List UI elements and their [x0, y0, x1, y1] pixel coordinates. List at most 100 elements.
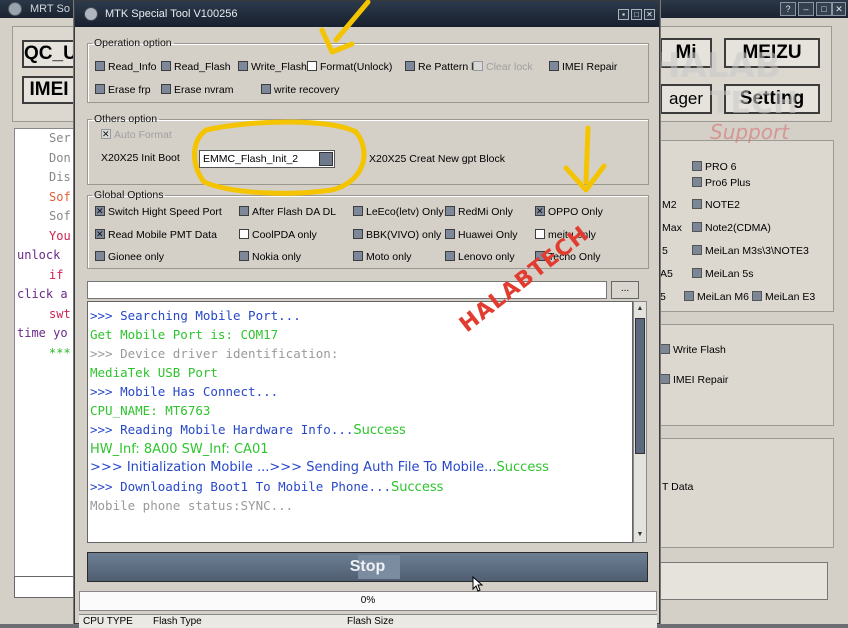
console-line: Ser [49, 131, 71, 145]
checkbox-icon [95, 84, 105, 94]
window-titlebar: MTK Special Tool V100256 [75, 1, 659, 27]
option-label: Auto Format [114, 129, 172, 141]
log-line: Mobile phone status:SYNC... [90, 496, 632, 515]
option-imei-repair[interactable]: IMEI Repair [549, 61, 617, 73]
option-leeco[interactable]: LeEco(letv) Only [353, 206, 444, 218]
option-label: OPPO Only [548, 206, 603, 218]
option-label: Format(Unlock) [320, 61, 393, 73]
maximize-button[interactable]: □ [816, 2, 832, 16]
option-label: Gionee only [108, 251, 165, 263]
option-re-pattern-lock[interactable]: Re Pattern lo [405, 61, 479, 73]
log-value: 8A00 [143, 442, 178, 457]
qc-button[interactable]: QC_U [22, 40, 77, 68]
model-label: NOTE2 [705, 199, 741, 211]
option-label: BBK(VIVO) only [366, 229, 442, 241]
column-cpu-type: CPU TYPE [83, 616, 133, 627]
option-erase-frp[interactable]: Erase frp [95, 84, 151, 96]
log-scrollbar[interactable]: ▲ ▼ [633, 301, 647, 543]
close-button[interactable]: ✕ [644, 9, 655, 20]
stop-button[interactable]: Stop [87, 552, 648, 582]
checkbox-icon [660, 344, 670, 354]
option-coolpda[interactable]: CoolPDA only [239, 229, 317, 241]
option-label: write recovery [274, 84, 340, 96]
model-note2[interactable]: NOTE2 [692, 199, 740, 211]
log-text: MediaTek USB Port [90, 365, 218, 380]
option-label: Lenovo only [458, 251, 515, 263]
maximize-button[interactable]: □ [631, 9, 642, 20]
model-meilan-m3s[interactable]: MeiLan M3s\3\NOTE3 [692, 245, 809, 257]
log-status: Success [353, 423, 406, 438]
init-boot-select[interactable]: EMMC_Flash_Init_2 [199, 150, 335, 168]
scroll-up-icon[interactable]: ▲ [635, 303, 645, 315]
option-label: Write_Flash [251, 61, 307, 73]
help-button[interactable]: ? [780, 2, 796, 16]
model-note2-cdma[interactable]: Note2(CDMA) [692, 222, 771, 234]
console-line: Dis [49, 170, 71, 184]
browse-button[interactable]: ... [611, 281, 639, 299]
option-erase-nvram[interactable]: Erase nvram [161, 84, 234, 96]
console-line: Sof [49, 189, 71, 204]
model-label: A5 [660, 268, 673, 280]
model-m2[interactable]: M2 [662, 199, 677, 211]
model-label: 5 [662, 245, 668, 257]
model-meilan-e3[interactable]: MeiLan E3 [752, 291, 815, 303]
checkbox-icon [238, 61, 248, 71]
option-after-flash-da[interactable]: After Flash DA DL [239, 206, 336, 218]
checkbox-icon [535, 229, 545, 239]
option-read-flash[interactable]: Read_Flash [161, 61, 231, 73]
option-gionee[interactable]: Gionee only [95, 251, 164, 263]
log-text: Device driver identification: [120, 346, 339, 361]
model-a5[interactable]: A5 [660, 268, 673, 280]
option-label: Nokia only [252, 251, 302, 263]
option-oppo[interactable]: OPPO Only [535, 205, 603, 218]
minimize-button[interactable]: – [798, 2, 814, 16]
log-line: >>> Initialization Mobile ...>>> Sending… [90, 458, 632, 477]
scroll-thumb[interactable] [635, 318, 645, 454]
option-lenovo[interactable]: Lenovo only [445, 251, 515, 263]
checkbox-icon [752, 291, 762, 301]
option-huawei[interactable]: Huawei Only [445, 229, 518, 241]
imei-repair-label: IMEI Repair [673, 374, 729, 386]
write-flash-label: Write Flash [673, 344, 726, 356]
dropdown-icon[interactable] [319, 152, 333, 166]
option-redmi[interactable]: RedMi Only [445, 206, 513, 218]
scroll-down-icon[interactable]: ▼ [635, 529, 645, 541]
model-max[interactable]: Max [662, 222, 682, 234]
option-write-recovery[interactable]: write recovery [261, 84, 339, 96]
option-bbk-vivo[interactable]: BBK(VIVO) only [353, 229, 441, 241]
option-format-unlock[interactable]: Format(Unlock) [307, 61, 392, 73]
checkbox-icon [692, 161, 702, 171]
option-nokia[interactable]: Nokia only [239, 251, 301, 263]
write-flash-option[interactable]: Write Flash [660, 344, 726, 356]
model-meilan-m6[interactable]: MeiLan M6 [684, 291, 749, 303]
progress-text: 0% [360, 595, 376, 606]
model-pro6[interactable]: PRO 6 [692, 161, 737, 173]
checkbox-icon [692, 177, 702, 187]
model-pro6-plus[interactable]: Pro6 Plus [692, 177, 751, 189]
log-text: Mobile phone status:SYNC... [90, 498, 294, 513]
watermark-tagline: Support [710, 120, 790, 144]
log-value: CA01 [233, 442, 269, 457]
checkbox-icon [445, 251, 455, 261]
log-text: CPU_NAME: MT6763 [90, 403, 211, 418]
minimize-button[interactable]: ▪ [618, 9, 629, 20]
checkbox-icon [101, 128, 111, 140]
imei-repair-option[interactable]: IMEI Repair [660, 374, 728, 386]
background-action-button[interactable] [660, 562, 828, 600]
close-button[interactable]: ✕ [832, 2, 846, 16]
option-creat-gpt[interactable]: X20X25 Creat New gpt Block [369, 153, 505, 165]
model-meilan-5s[interactable]: MeiLan 5s [692, 268, 753, 280]
option-read-pmt[interactable]: Read Mobile PMT Data [95, 228, 217, 241]
model-5[interactable]: 5 [662, 245, 668, 257]
option-label: IMEI Repair [562, 61, 618, 73]
log-line: HW_Inf: 8A00 SW_Inf: CA01 [90, 439, 632, 458]
imei-button[interactable]: IMEI [22, 76, 76, 104]
model-5b[interactable]: 5 [660, 291, 666, 303]
option-switch-speed[interactable]: Switch Hight Speed Port [95, 205, 222, 218]
option-moto[interactable]: Moto only [353, 251, 412, 263]
mouse-cursor-icon [472, 576, 484, 592]
checkbox-icon [307, 61, 317, 71]
option-read-info[interactable]: Read_Info [95, 61, 156, 73]
option-write-flash[interactable]: Write_Flash [238, 61, 307, 73]
console-line: click a [17, 287, 68, 301]
